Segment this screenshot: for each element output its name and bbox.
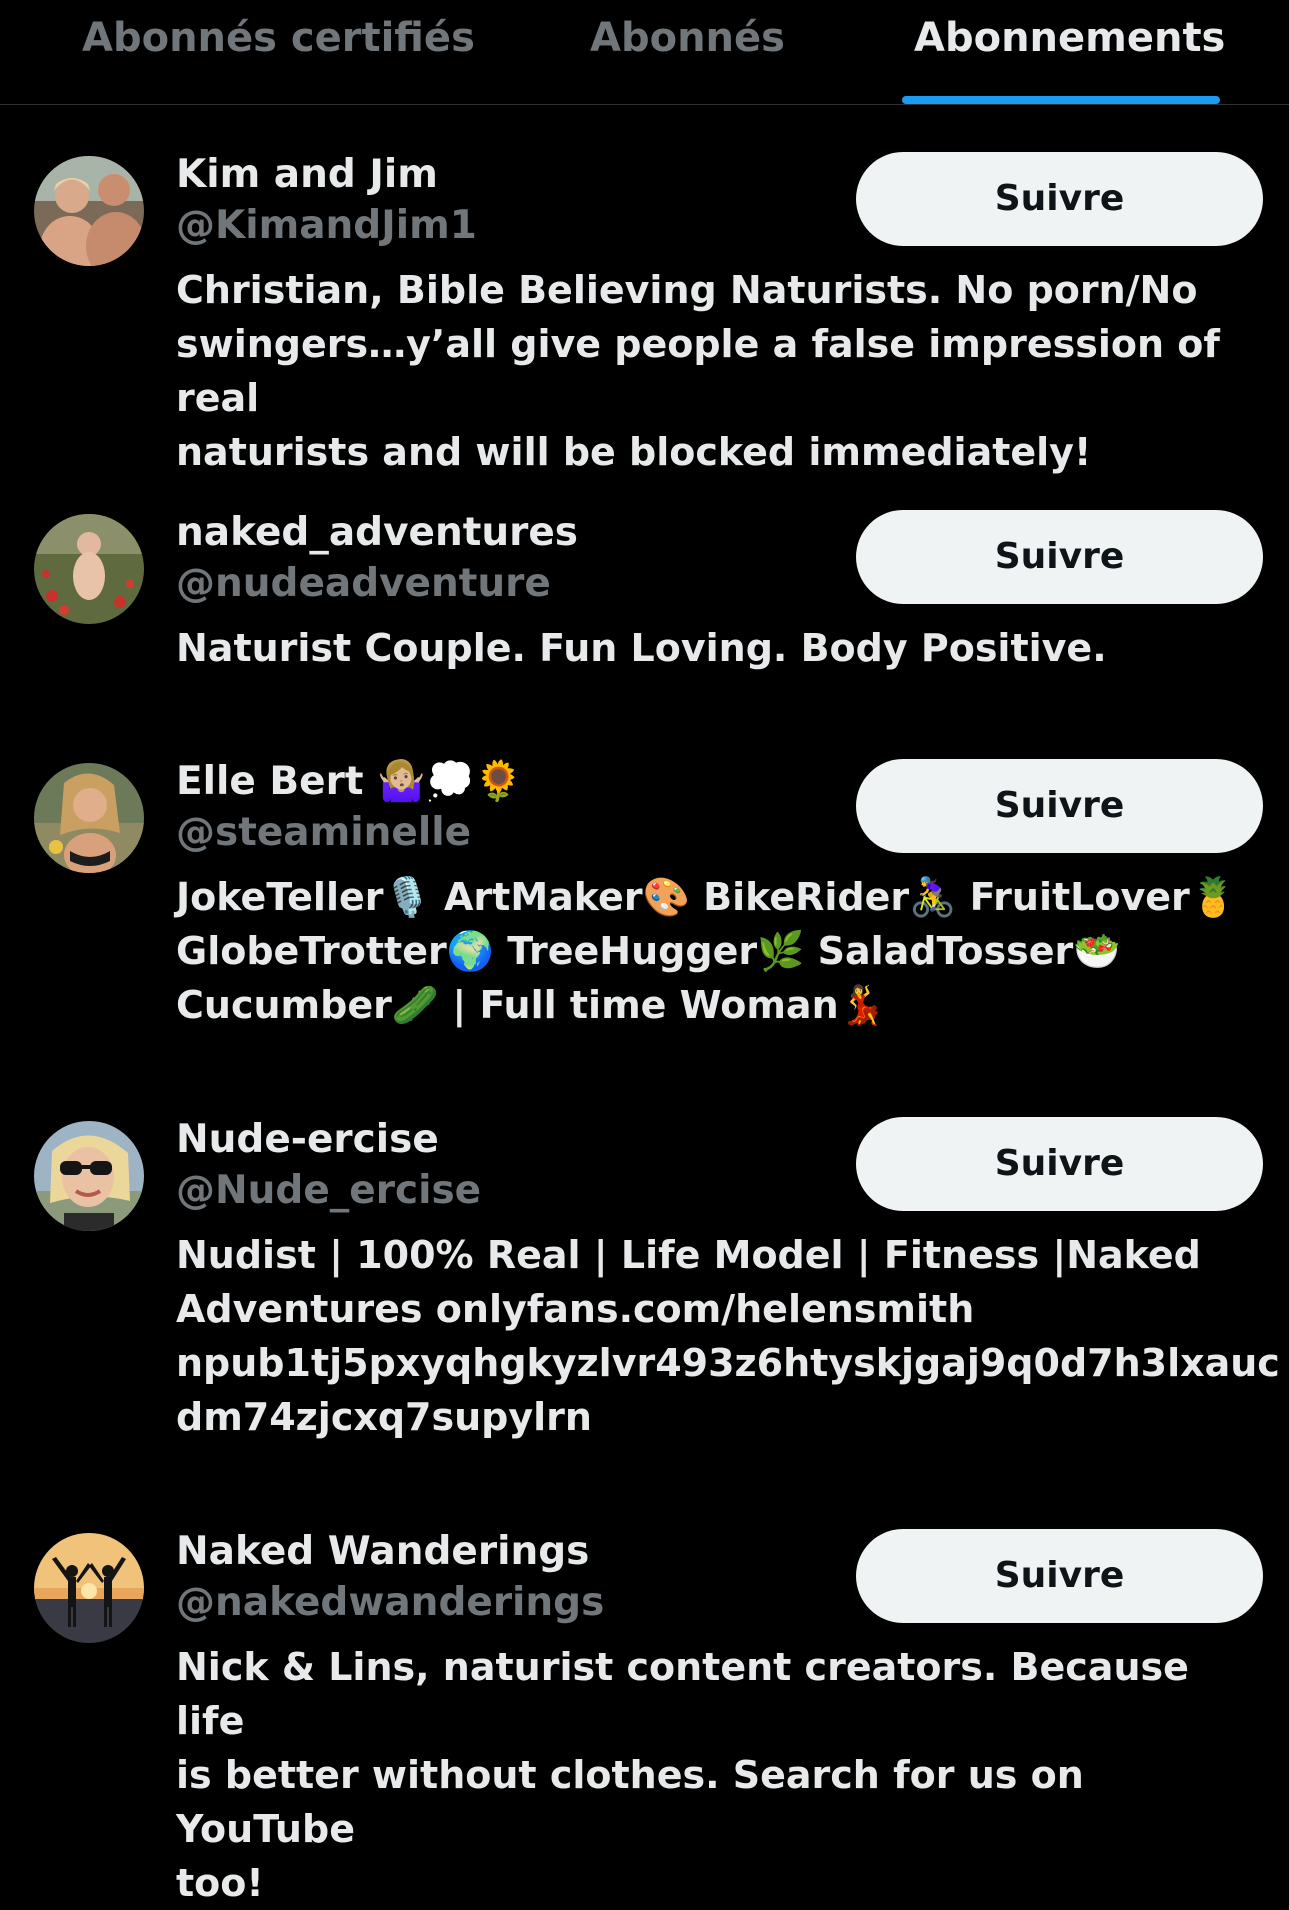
user-bio: JokeTeller🎙️ ArtMaker🎨 BikeRider🚴‍♀️ Fru… [176,875,1238,1027]
user-display-name[interactable]: Naked Wanderings [176,1527,589,1577]
tab-following[interactable]: Abonnements [914,12,1225,64]
user-handle[interactable]: @steaminelle [176,808,471,858]
user-bio: Christian, Bible Believing Naturists. No… [176,268,1220,474]
follow-button[interactable]: Suivre [856,152,1263,246]
tab-verified-followers[interactable]: Abonnés certifiés [82,12,475,64]
profile-tabs: Abonnés certifiés Abonnés Abonnements [0,0,1289,105]
user-handle[interactable]: @KimandJim1 [176,201,477,251]
user-handle[interactable]: @nakedwanderings [176,1578,604,1628]
user-handle[interactable]: @Nude_ercise [176,1166,481,1216]
sunglasses-photo-avatar[interactable] [34,1121,144,1231]
follow-button[interactable]: Suivre [856,1529,1263,1623]
user-bio: Naturist Couple. Fun Loving. Body Positi… [176,626,1107,670]
follow-button[interactable]: Suivre [856,759,1263,853]
couple-photo-avatar[interactable] [34,156,144,266]
user-bio: Nick & Lins, naturist content creators. … [176,1645,1189,1905]
follow-button[interactable]: Suivre [856,1117,1263,1211]
user-display-name[interactable]: Elle Bert 🤷🏼‍♀️💭🌻 [176,757,523,807]
user-bio: Nudist | 100% Real | Life Model | Fitnes… [176,1233,1280,1439]
field-photo-avatar[interactable] [34,514,144,624]
user-display-name[interactable]: naked_adventures [176,508,578,558]
woman-photo-avatar[interactable] [34,763,144,873]
user-display-name[interactable]: Kim and Jim [176,150,438,200]
user-handle[interactable]: @nudeadventure [176,559,551,609]
tab-followers[interactable]: Abonnés [590,12,785,64]
active-tab-indicator [902,96,1220,104]
follow-button[interactable]: Suivre [856,510,1263,604]
sunset-silhouette-avatar[interactable] [34,1533,144,1643]
user-display-name[interactable]: Nude-ercise [176,1115,439,1165]
